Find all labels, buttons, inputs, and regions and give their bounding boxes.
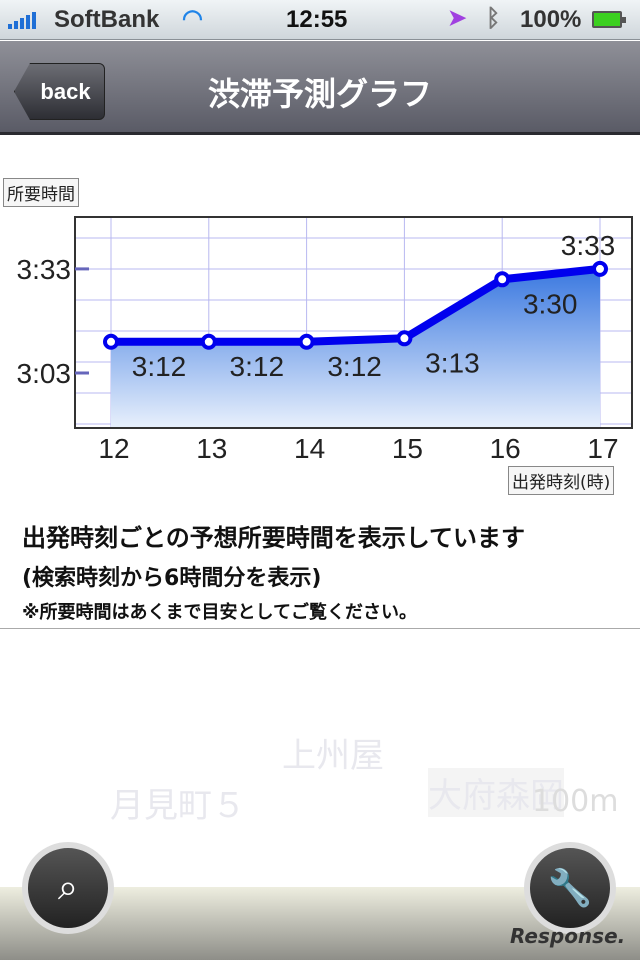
info-note: ※所要時間はあくまで目安としてご覧ください。 bbox=[22, 602, 417, 623]
map-search-button[interactable]: ⌕ bbox=[22, 842, 114, 934]
y-tick-label: 3:03 bbox=[17, 358, 72, 389]
x-tick-label: 15 bbox=[392, 433, 423, 460]
carrier: SoftBank bbox=[54, 6, 160, 33]
x-tick-label: 13 bbox=[196, 433, 227, 460]
data-point bbox=[592, 260, 608, 277]
wrench-icon: 🔧 bbox=[547, 868, 593, 909]
bluetooth-icon: ᛒ bbox=[486, 5, 501, 32]
data-label: 3:33 bbox=[561, 230, 616, 261]
divider bbox=[0, 628, 640, 629]
y-tick-label: 3:33 bbox=[17, 254, 72, 285]
data-point bbox=[494, 271, 511, 288]
travel-time-chart: 3:12 12 3:12 13 3:12 14 3:13 15 3:30 16 3:33 17 3:03… bbox=[17, 216, 633, 460]
signal-icon bbox=[8, 12, 36, 29]
data-label: 3:30 bbox=[523, 288, 578, 319]
data-point bbox=[396, 330, 413, 347]
data-label: 3:13 bbox=[425, 347, 480, 378]
page-title: 渋滞予測グラフ bbox=[207, 75, 432, 113]
map-scale: 100m bbox=[532, 784, 619, 819]
data-label: 3:12 bbox=[327, 351, 382, 382]
data-label: 3:12 bbox=[132, 351, 187, 382]
battery-icon bbox=[592, 11, 626, 28]
data-point bbox=[298, 333, 315, 350]
watermark: Response. bbox=[510, 924, 626, 948]
settings-button[interactable]: 🔧 bbox=[524, 842, 616, 934]
data-point bbox=[200, 333, 217, 350]
wifi-icon: ◠ bbox=[182, 5, 203, 32]
x-tick-label: 14 bbox=[294, 433, 325, 460]
map-label: 上州屋 bbox=[282, 736, 384, 776]
x-tick-label: 16 bbox=[490, 433, 521, 460]
data-point bbox=[103, 333, 119, 350]
navigation-bar: back 渋滞予測グラフ bbox=[0, 41, 640, 135]
info-subtext: (検索時刻から6時間分を表示) bbox=[22, 566, 322, 591]
search-icon: ⌕ bbox=[57, 867, 79, 908]
status-bar: SoftBank ◠ 12:55 ➤ ᛒ 100% bbox=[0, 0, 640, 40]
x-tick-label: 12 bbox=[98, 433, 129, 460]
data-label: 3:12 bbox=[230, 351, 285, 382]
x-axis-label: 出発時刻(時) bbox=[508, 466, 615, 495]
x-tick-label: 17 bbox=[587, 433, 618, 460]
clock: 12:55 bbox=[286, 6, 348, 33]
location-icon: ➤ bbox=[448, 5, 467, 30]
battery-percent: 100% bbox=[520, 6, 582, 33]
map-label: 月見町５ bbox=[110, 786, 246, 826]
info-text: 出発時刻ごとの予想所要時間を表示しています bbox=[22, 524, 526, 552]
